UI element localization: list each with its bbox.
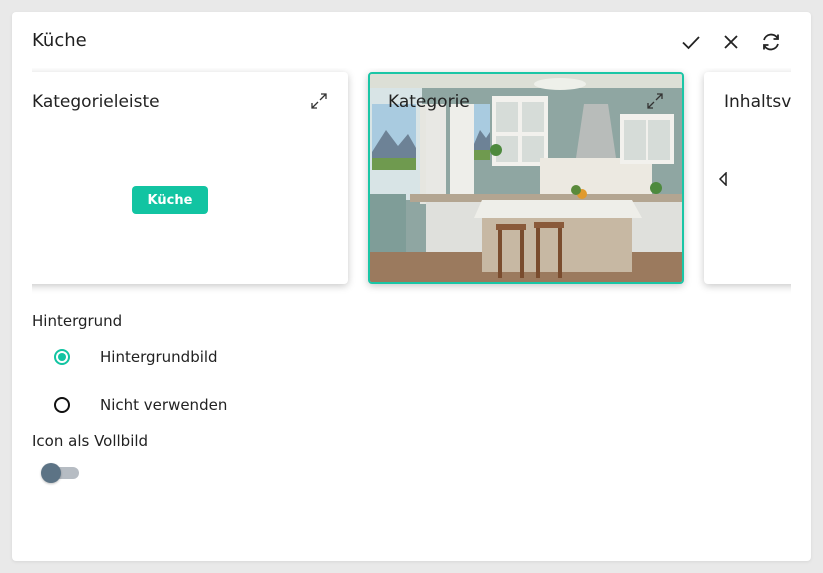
toggle-knob <box>41 463 61 483</box>
check-icon[interactable] <box>679 30 703 54</box>
radio-nicht-verwenden[interactable]: Nicht verwenden <box>54 393 227 417</box>
expand-icon[interactable] <box>310 92 328 110</box>
dialog: Küche Kategorieleiste Küche Kategorie In… <box>12 12 811 561</box>
radio-label: Hintergrundbild <box>100 348 218 366</box>
arrow-left-icon <box>718 172 727 186</box>
card-inhaltsverzeichnis[interactable]: Inhaltsv <box>704 72 791 284</box>
fullscreen-icon-label: Icon als Vollbild <box>32 432 149 450</box>
card-label: Kategorie <box>388 92 470 112</box>
card-kategorie[interactable]: Kategorie <box>368 72 684 284</box>
category-pill-button[interactable]: Küche <box>132 186 208 214</box>
radio-hintergrundbild[interactable]: Hintergrundbild <box>54 345 218 369</box>
expand-icon[interactable] <box>646 92 664 110</box>
background-section-label: Hintergrund <box>32 312 123 330</box>
card-label: Inhaltsv <box>724 92 791 112</box>
close-icon[interactable] <box>719 30 743 54</box>
dialog-title: Küche <box>32 30 87 51</box>
template-carousel: Kategorieleiste Küche Kategorie Inhaltsv <box>32 68 791 300</box>
card-label: Kategorieleiste <box>32 92 160 112</box>
radio-label: Nicht verwenden <box>100 396 228 414</box>
radio-button-checked[interactable] <box>54 349 70 365</box>
card-kategorieleiste[interactable]: Kategorieleiste Küche <box>32 72 348 284</box>
radio-button[interactable] <box>54 397 70 413</box>
fullscreen-icon-toggle[interactable] <box>41 463 79 483</box>
refresh-icon[interactable] <box>759 30 783 54</box>
